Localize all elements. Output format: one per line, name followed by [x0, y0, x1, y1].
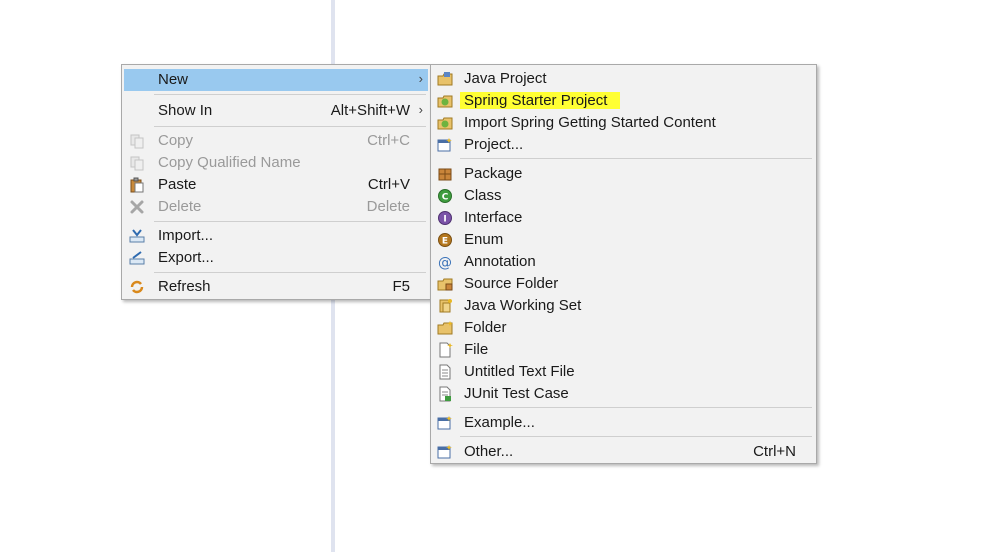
source-folder-icon	[437, 276, 453, 292]
class-icon: C	[437, 188, 453, 204]
submenu-item-source-folder[interactable]: Source Folder	[433, 273, 814, 295]
menu-item-label: Enum	[464, 231, 504, 248]
menu-item-shortcut: Ctrl+N	[753, 443, 796, 460]
project-wizard-icon	[437, 137, 453, 153]
menu-separator	[154, 126, 426, 127]
menu-item-label: Folder	[464, 319, 507, 336]
submenu-item-junit-test-case[interactable]: JUnit Test Case	[433, 383, 814, 405]
interface-icon: I	[437, 210, 453, 226]
menu-item-delete[interactable]: Delete Delete	[124, 196, 428, 218]
menu-separator	[460, 436, 812, 437]
menu-separator	[154, 221, 426, 222]
search-highlight: Spring Starter Project	[460, 92, 621, 109]
menu-item-new[interactable]: New ›	[124, 69, 428, 91]
menu-item-label: Import...	[158, 227, 214, 244]
menu-item-shortcut: Ctrl+C	[367, 132, 410, 149]
copy-icon	[129, 133, 145, 149]
svg-text:I: I	[443, 215, 446, 225]
menu-item-label: Java Project	[464, 70, 547, 87]
context-menu: New › Show In Alt+Shift+W › Copy Ctrl+C …	[121, 64, 431, 300]
package-icon	[437, 166, 453, 182]
enum-icon: E	[437, 232, 453, 248]
junit-test-case-icon	[437, 386, 453, 402]
menu-item-import[interactable]: Import...	[124, 225, 428, 247]
menu-item-label: Project...	[464, 136, 524, 153]
menu-item-shortcut: Ctrl+V	[367, 176, 410, 193]
menu-item-shortcut: Alt+Shift+W	[330, 102, 410, 119]
submenu-item-package[interactable]: Package	[433, 163, 814, 185]
folder-icon	[437, 320, 453, 336]
menu-item-label: Interface	[464, 209, 523, 226]
menu-separator	[460, 158, 812, 159]
menu-item-shortcut: F5	[392, 278, 410, 295]
other-wizard-icon	[437, 444, 453, 460]
submenu-item-other[interactable]: Other... Ctrl+N	[433, 441, 814, 463]
menu-item-label: Package	[464, 165, 523, 182]
java-working-set-icon	[437, 298, 453, 314]
submenu-item-annotation[interactable]: @ Annotation	[433, 251, 814, 273]
menu-item-label: Refresh	[158, 278, 211, 295]
submenu-item-import-spring-content[interactable]: Import Spring Getting Started Content	[433, 112, 814, 134]
menu-item-label: Annotation	[464, 253, 536, 270]
submenu-item-java-working-set[interactable]: Java Working Set	[433, 295, 814, 317]
refresh-icon	[129, 279, 145, 295]
menu-item-label: Example...	[464, 414, 535, 431]
menu-item-label: Spring Starter Project	[460, 92, 621, 110]
import-icon	[129, 228, 145, 244]
menu-item-label: Import Spring Getting Started Content	[464, 114, 716, 131]
svg-text:C: C	[442, 193, 449, 203]
menu-separator	[154, 272, 426, 273]
menu-item-label: Paste	[158, 176, 197, 193]
menu-separator	[154, 94, 426, 95]
menu-item-label: Delete	[158, 198, 202, 215]
submenu-item-untitled-text-file[interactable]: Untitled Text File	[433, 361, 814, 383]
svg-text:@: @	[438, 255, 452, 270]
menu-item-label: Java Working Set	[464, 297, 582, 314]
submenu-arrow-icon: ›	[418, 102, 423, 117]
svg-text:E: E	[442, 237, 448, 247]
menu-separator	[460, 407, 812, 408]
file-icon	[437, 342, 453, 358]
menu-item-label: Other...	[464, 443, 514, 460]
menu-item-refresh[interactable]: Refresh F5	[124, 276, 428, 298]
example-wizard-icon	[437, 415, 453, 431]
menu-item-label: JUnit Test Case	[464, 385, 569, 402]
submenu-item-example[interactable]: Example...	[433, 412, 814, 434]
submenu-item-file[interactable]: File	[433, 339, 814, 361]
submenu-item-java-project[interactable]: Java Project	[433, 68, 814, 90]
new-submenu: Java Project Spring Starter Project Impo…	[430, 64, 817, 464]
menu-item-copy-qualified-name[interactable]: Copy Qualified Name	[124, 152, 428, 174]
submenu-arrow-icon: ›	[418, 71, 423, 86]
java-project-icon	[437, 71, 453, 87]
copy-qualified-name-icon	[129, 155, 145, 171]
import-spring-content-icon	[437, 115, 453, 131]
menu-item-shortcut: Delete	[366, 198, 410, 215]
menu-item-label: File	[464, 341, 489, 358]
delete-icon	[129, 199, 145, 215]
menu-item-copy[interactable]: Copy Ctrl+C	[124, 130, 428, 152]
menu-item-label: Source Folder	[464, 275, 559, 292]
menu-item-label: Untitled Text File	[464, 363, 575, 380]
menu-item-show-in[interactable]: Show In Alt+Shift+W ›	[124, 100, 428, 122]
paste-icon	[129, 177, 145, 193]
submenu-item-spring-starter-project[interactable]: Spring Starter Project	[433, 90, 814, 112]
export-icon	[129, 250, 145, 266]
submenu-item-folder[interactable]: Folder	[433, 317, 814, 339]
submenu-item-project[interactable]: Project...	[433, 134, 814, 156]
menu-item-label: Class	[464, 187, 502, 204]
menu-item-label: New	[158, 71, 189, 88]
menu-item-label: Copy Qualified Name	[158, 154, 301, 171]
menu-item-label: Export...	[158, 249, 214, 266]
menu-item-paste[interactable]: Paste Ctrl+V	[124, 174, 428, 196]
menu-item-label: Show In	[158, 102, 213, 119]
untitled-text-file-icon	[437, 364, 453, 380]
submenu-item-enum[interactable]: E Enum	[433, 229, 814, 251]
submenu-item-interface[interactable]: I Interface	[433, 207, 814, 229]
spring-starter-project-icon	[437, 93, 453, 109]
menu-item-export[interactable]: Export...	[124, 247, 428, 269]
submenu-item-class[interactable]: C Class	[433, 185, 814, 207]
annotation-icon: @	[437, 254, 453, 271]
menu-item-label: Copy	[158, 132, 194, 149]
